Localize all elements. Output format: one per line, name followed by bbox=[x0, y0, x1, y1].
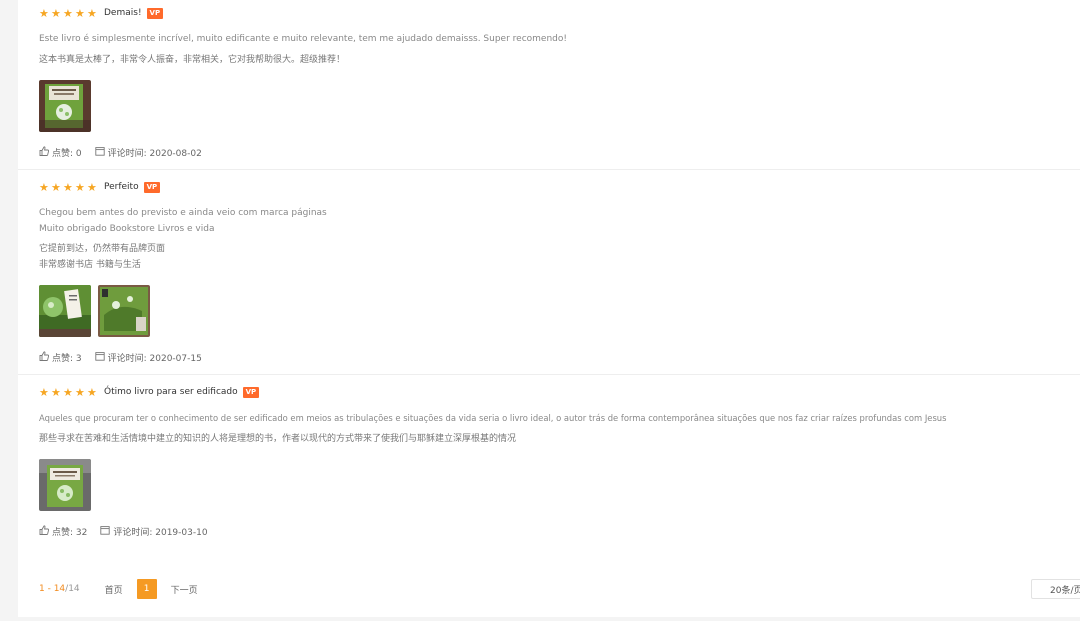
star-icon: ★ bbox=[75, 180, 85, 194]
review-meta: 点赞: 3 评论时间: 2020-07-15 bbox=[39, 351, 202, 364]
review-photos bbox=[39, 285, 150, 337]
review-title: Demais! bbox=[104, 8, 142, 18]
star-icon: ★ bbox=[63, 180, 73, 194]
review-photos bbox=[39, 459, 91, 511]
range-total: /14 bbox=[65, 584, 80, 594]
vp-badge: VP bbox=[143, 181, 161, 193]
rating-stars: ★ ★ ★ ★ ★ bbox=[39, 8, 98, 19]
page-size-select[interactable]: 20条/页 bbox=[1031, 579, 1080, 599]
likes-count[interactable]: 点赞: 32 bbox=[52, 525, 87, 538]
reviews-panel: ★ ★ ★ ★ ★ Demais! VP Este livro é simple… bbox=[18, 0, 1080, 617]
review-text-translated: 它提前到达，仍然带有品牌页面 bbox=[39, 244, 166, 254]
review-date: 评论时间: 2020-07-15 bbox=[107, 354, 202, 364]
calendar-icon bbox=[100, 525, 111, 538]
result-range: 1 - 14/14 bbox=[39, 584, 80, 594]
review-text-original: Este livro é simplesmente incrível, muit… bbox=[39, 34, 567, 44]
review-header: ★ ★ ★ ★ ★ Demais! VP bbox=[39, 6, 1080, 20]
review-title: Ótimo livro para ser edificado bbox=[104, 387, 238, 397]
divider bbox=[18, 374, 1080, 375]
review-header: ★ ★ ★ ★ ★ Perfeito VP bbox=[39, 180, 1080, 194]
review-date: 评论时间: 2019-03-10 bbox=[113, 528, 208, 538]
calendar-icon bbox=[94, 351, 105, 364]
star-icon: ★ bbox=[39, 385, 49, 399]
review-photo[interactable] bbox=[98, 285, 150, 337]
review-text-translated: 这本书真是太棒了，非常令人振奋，非常相关，它对我帮助很大。超级推荐！ bbox=[39, 55, 346, 65]
review-text-translated: 非常感谢书店 书籍与生活 bbox=[39, 260, 141, 270]
likes-count[interactable]: 点赞: 0 bbox=[52, 146, 82, 159]
star-icon: ★ bbox=[51, 6, 61, 20]
review-meta: 点赞: 32 评论时间: 2019-03-10 bbox=[39, 525, 208, 538]
thumbs-up-icon[interactable] bbox=[39, 351, 50, 364]
review-item: ★ ★ ★ ★ ★ Perfeito VP Chegou bem antes d… bbox=[39, 180, 1080, 364]
range-value: 1 - 14 bbox=[39, 584, 66, 594]
next-page-link[interactable]: 下一页 bbox=[171, 583, 198, 596]
review-photo[interactable] bbox=[39, 285, 91, 337]
review-header: ★ ★ ★ ★ ★ Ótimo livro para ser edificado… bbox=[39, 385, 1080, 399]
star-icon: ★ bbox=[87, 385, 97, 399]
star-icon: ★ bbox=[51, 180, 61, 194]
review-item: ★ ★ ★ ★ ★ Ótimo livro para ser edificado… bbox=[39, 385, 1080, 538]
star-icon: ★ bbox=[75, 385, 85, 399]
pagination: 1 - 14/14 首页 1 下一页 bbox=[39, 579, 198, 599]
review-title: Perfeito bbox=[104, 182, 139, 192]
review-photo[interactable] bbox=[39, 459, 91, 511]
rating-stars: ★ ★ ★ ★ ★ bbox=[39, 182, 98, 193]
star-icon: ★ bbox=[87, 180, 97, 194]
star-icon: ★ bbox=[51, 385, 61, 399]
vp-badge: VP bbox=[146, 7, 164, 19]
likes-count[interactable]: 点赞: 3 bbox=[52, 351, 82, 364]
review-text-original: Aqueles que procuram ter o conhecimento … bbox=[39, 413, 947, 423]
thumbs-up-icon[interactable] bbox=[39, 146, 50, 159]
current-page-button[interactable]: 1 bbox=[136, 579, 157, 599]
review-meta: 点赞: 0 评论时间: 2020-08-02 bbox=[39, 146, 202, 159]
review-text-original: Chegou bem antes do previsto e ainda vei… bbox=[39, 208, 327, 218]
divider bbox=[18, 169, 1080, 170]
review-text-translated: 那些寻求在苦难和生活情境中建立的知识的人将是理想的书，作者以现代的方式带来了使我… bbox=[39, 434, 517, 444]
first-page-link[interactable]: 首页 bbox=[105, 583, 123, 596]
review-date: 评论时间: 2020-08-02 bbox=[107, 149, 202, 159]
star-icon: ★ bbox=[75, 6, 85, 20]
review-item: ★ ★ ★ ★ ★ Demais! VP Este livro é simple… bbox=[39, 6, 1080, 159]
star-icon: ★ bbox=[63, 6, 73, 20]
review-text-original: Muito obrigado Bookstore Livros e vida bbox=[39, 224, 215, 234]
calendar-icon bbox=[94, 146, 105, 159]
star-icon: ★ bbox=[87, 6, 97, 20]
star-icon: ★ bbox=[39, 6, 49, 20]
thumbs-up-icon[interactable] bbox=[39, 525, 50, 538]
review-photo[interactable] bbox=[39, 80, 91, 132]
star-icon: ★ bbox=[63, 385, 73, 399]
vp-badge: VP bbox=[242, 386, 260, 398]
review-photos bbox=[39, 80, 91, 132]
rating-stars: ★ ★ ★ ★ ★ bbox=[39, 387, 98, 398]
star-icon: ★ bbox=[39, 180, 49, 194]
